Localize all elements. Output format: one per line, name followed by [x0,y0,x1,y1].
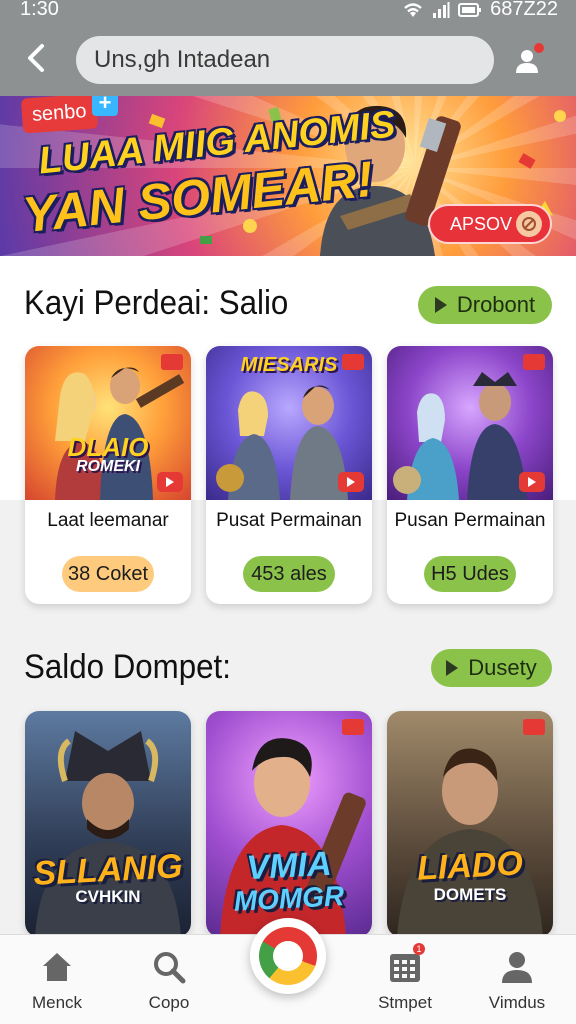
game-card[interactable]: MIESARIS Pusat Permainan 453 ales [206,346,372,604]
play-icon [434,297,447,313]
app-header: Uns,gh Intadean [0,22,576,96]
play-icon [446,660,459,676]
game-card-chip[interactable]: 453 ales [243,556,335,592]
hot-badge [342,719,364,735]
signal-icon [432,1,450,19]
notification-dot [534,43,544,53]
profile-button[interactable] [504,38,550,84]
wallet-card-art: SLLANIG CVHKIN [25,711,191,937]
play-icon [338,472,364,492]
battery-text: 687Z22 [490,0,558,20]
banner-tag: senbo [20,96,98,134]
nav-item-home[interactable]: Menck [12,947,102,1013]
nav-label: Stmpet [378,993,432,1012]
wallet-card[interactable]: SLLANIG CVHKIN [25,711,191,937]
wallet-card-art: VMIA MOMGR [206,711,372,937]
home-icon [37,947,77,987]
nav-item-calendar[interactable]: 1 Stmpet [360,943,450,1013]
ring-logo-icon [259,927,317,985]
game-card[interactable]: DLAIO ROMEKI Laat leemanar 38 Coket [25,346,191,604]
no-entry-icon [516,211,542,237]
nav-label: Menck [31,993,83,1012]
hot-badge [523,719,545,735]
wallet-card[interactable]: LIADO DOMETS [387,711,553,937]
search-input[interactable]: Uns,gh Intadean [76,36,494,84]
wallet-card-art-subtitle: CVHKIN [75,887,141,906]
back-button[interactable] [20,40,52,76]
wallet-card[interactable]: VMIA MOMGR [206,711,372,937]
banner-cta-label: APSOV [450,213,513,234]
nav-label: Vimdus [488,993,546,1012]
game-card-art: DLAIO ROMEKI [25,346,191,500]
wallet-card-art-subtitle: DOMETS [433,885,507,904]
search-value: Uns,gh Intadean [94,46,271,73]
play-icon [519,472,545,492]
section2-action-button[interactable]: Dusety [431,649,552,687]
game-card-chip[interactable]: H5 Udes [424,556,516,592]
game-card-art [387,346,553,500]
hot-badge [161,354,183,370]
search-icon [149,947,189,987]
plus-icon: + [92,96,118,116]
status-icons: 687Z22 [402,0,558,21]
game-card[interactable]: Pusan Permainan H5 Udes [387,346,553,604]
center-action-button[interactable] [250,918,326,994]
nav-label: Copo [148,993,190,1012]
nav-item-search[interactable]: Copo [124,947,214,1013]
status-time: 1:30 [20,0,59,20]
section2-action-label: Dusety [468,655,537,680]
hot-badge [342,354,364,370]
person-icon [497,947,537,987]
chevron-left-icon [28,44,44,72]
hot-badge [523,354,545,370]
play-icon [157,472,183,492]
game-card-name: Pusat Permainan [216,510,362,531]
nav-item-profile[interactable]: Vimdus [472,947,562,1013]
game-card-name: Pusan Permainan [394,510,546,531]
game-card-name: Laat leemanar [47,510,169,531]
game-card-chip[interactable]: 38 Coket [62,556,154,592]
calendar-icon: 1 [385,943,425,987]
wifi-icon [402,1,424,19]
section-title-games: Kayi Perdeai: Salio [24,284,289,322]
status-bar: 1:30 687Z22 [0,0,576,22]
nav-badge: 1 [413,943,425,955]
banner-cta-button[interactable]: APSOV [428,204,552,244]
wallet-card-art: LIADO DOMETS [387,711,553,937]
battery-icon [458,2,482,18]
section-title-wallet: Saldo Dompet: [24,648,231,686]
section1-action-button[interactable]: Drobont [418,286,552,324]
section1-action-label: Drobont [456,292,536,317]
game-card-art: MIESARIS [206,346,372,500]
